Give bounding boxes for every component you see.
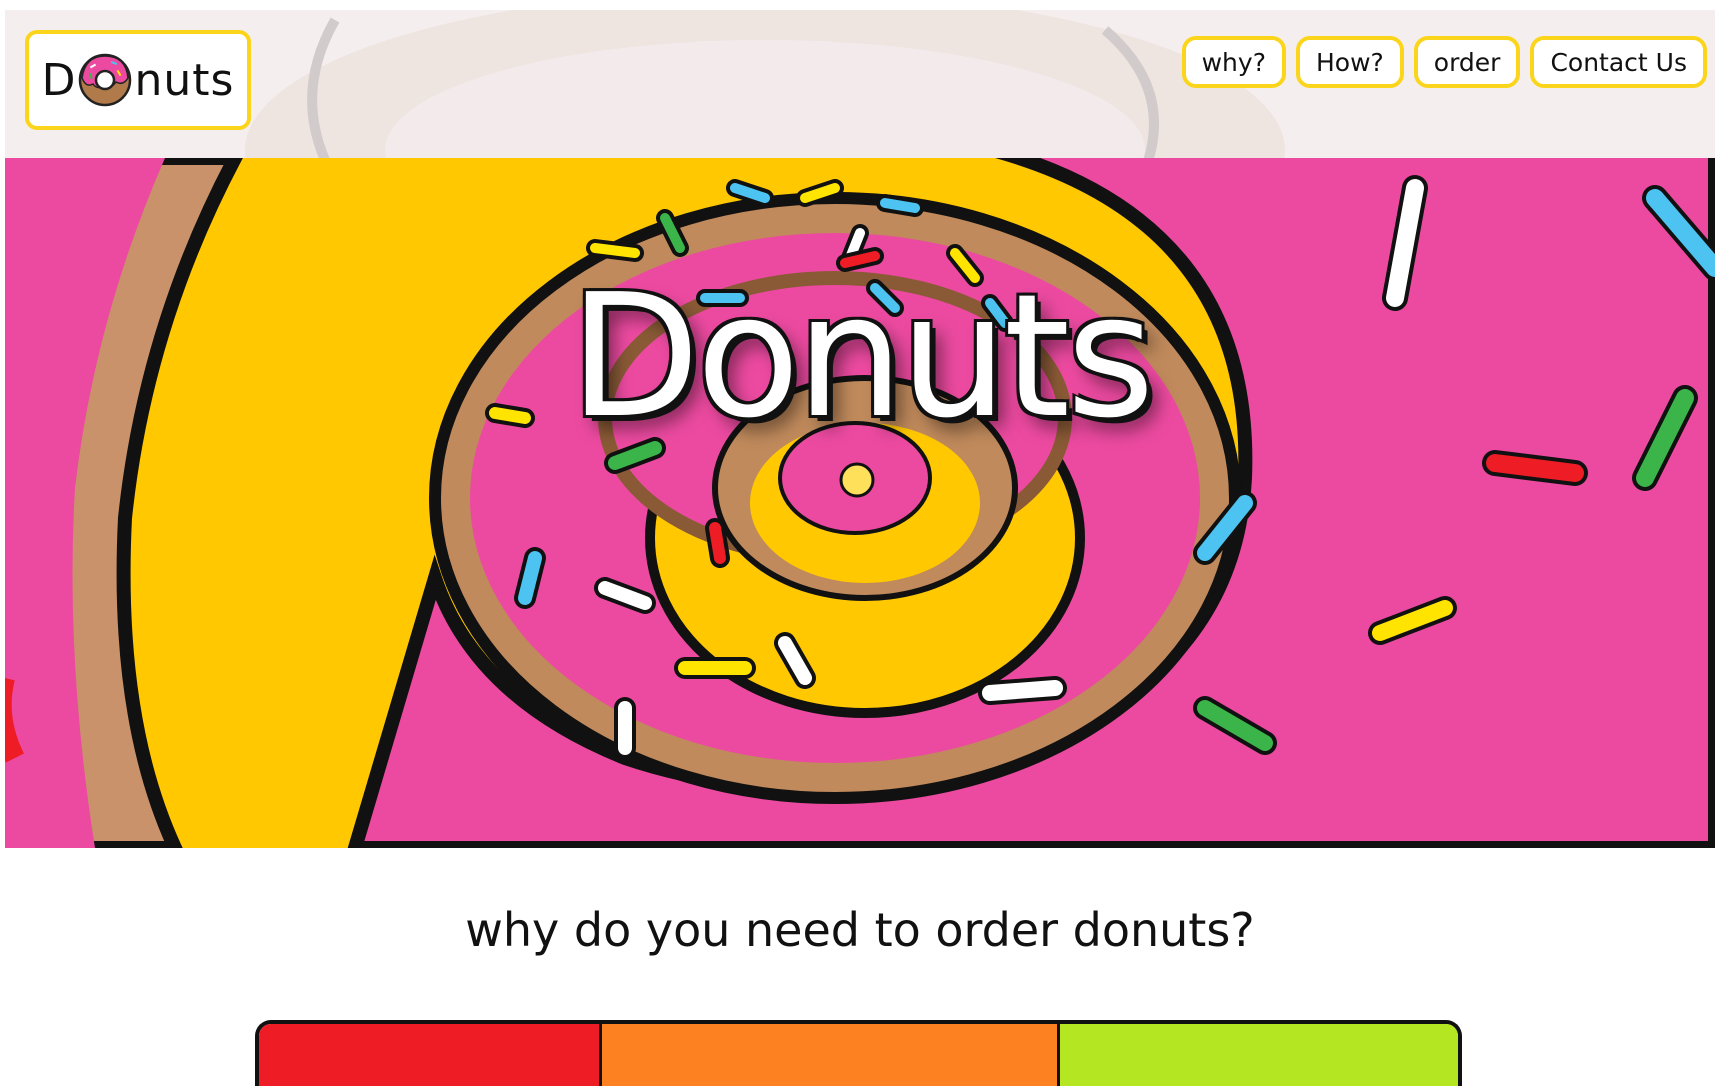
reason-bar-green — [1057, 1024, 1458, 1086]
nav-why-button[interactable]: why? — [1181, 36, 1286, 88]
nav-contact-button[interactable]: Contact Us — [1530, 36, 1707, 88]
hero-banner: Donuts — [5, 158, 1715, 848]
site-logo[interactable]: D nuts — [25, 30, 251, 130]
main-nav: why? How? order Contact Us — [1181, 36, 1707, 88]
reason-color-bars — [255, 1020, 1462, 1086]
page: D nuts why? How? order Contact Us Donuts… — [5, 10, 1715, 1086]
reason-bar-red — [259, 1024, 599, 1086]
section-heading: why do you need to order donuts? — [465, 903, 1255, 957]
site-header: D nuts why? How? order Contact Us — [5, 10, 1715, 158]
nav-order-button[interactable]: order — [1413, 36, 1521, 88]
logo-text-prefix: D — [41, 54, 77, 106]
hero-title: Donuts — [569, 258, 1155, 456]
logo-text-suffix: nuts — [134, 54, 235, 106]
nav-how-button[interactable]: How? — [1295, 36, 1404, 88]
reason-bar-orange — [599, 1024, 1057, 1086]
donut-logo-icon — [78, 53, 132, 107]
